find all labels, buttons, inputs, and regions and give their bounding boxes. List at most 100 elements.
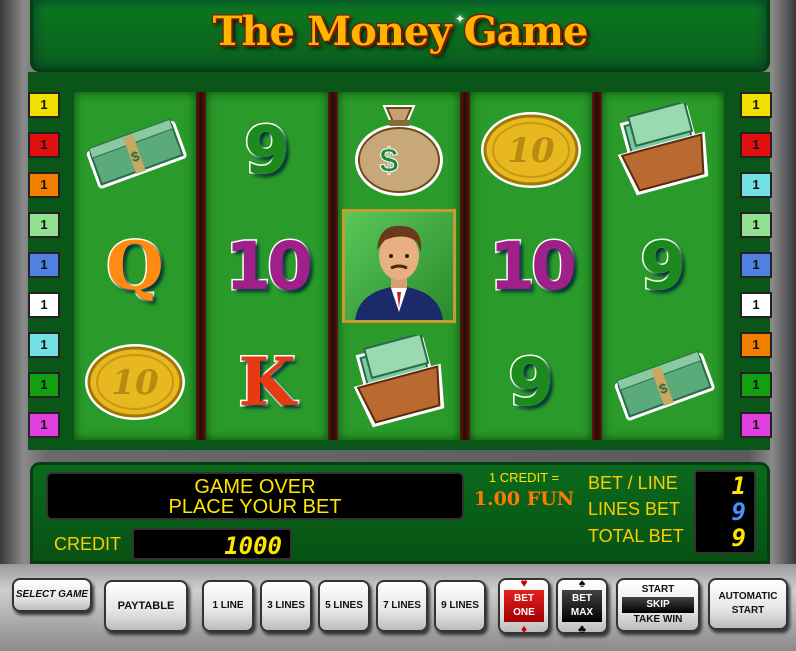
three-lines-button[interactable]: 3 LINES xyxy=(260,580,312,632)
line-badge-label: 1 xyxy=(40,377,48,392)
line-badge[interactable]: 1 xyxy=(28,172,60,198)
nine-symbol-label: 9 xyxy=(507,342,556,422)
line-badge[interactable]: 1 xyxy=(740,332,772,358)
denomination-value: 1.00 FUN xyxy=(473,488,575,510)
bet-one-face: BET ONE xyxy=(504,590,544,622)
line-badge-label: 1 xyxy=(40,177,48,192)
line-badge-label: 1 xyxy=(752,217,760,232)
wallet-icon xyxy=(602,92,724,208)
heart-icon: ♥ xyxy=(520,576,528,590)
reel-4: 10 10 9 xyxy=(470,92,592,440)
message-display: GAME OVER PLACE YOUR BET xyxy=(46,472,464,520)
reel-separator xyxy=(460,92,470,440)
nine-symbol: 9 xyxy=(470,324,592,440)
bet-line-value: 1 xyxy=(731,472,746,500)
line-badge-label: 1 xyxy=(40,257,48,272)
total-bet-label: TOTAL BET xyxy=(588,526,684,546)
message-line-2: PLACE YOUR BET xyxy=(168,496,342,518)
line-badge-label: 1 xyxy=(752,297,760,312)
lines-bet-label: LINES BET xyxy=(588,499,681,519)
diamond-icon: ♦ xyxy=(520,622,528,636)
seven-lines-label: 7 LINES xyxy=(383,600,421,611)
money-bag-icon: $ xyxy=(338,92,460,208)
select-game-label: SELECT GAME xyxy=(15,589,89,600)
cash-stack-icon: $ xyxy=(602,324,724,440)
seven-lines-button[interactable]: 7 LINES xyxy=(376,580,428,632)
nine-symbol-label: 9 xyxy=(639,226,688,306)
businessman-icon xyxy=(338,208,460,324)
reel-separator xyxy=(196,92,206,440)
reel-1: $ Q 10 xyxy=(74,92,196,440)
one-line-label: 1 LINE xyxy=(212,600,244,611)
line-badge[interactable]: 1 xyxy=(740,252,772,278)
coin-label: 10 xyxy=(507,131,555,171)
gold-coin-icon: 10 xyxy=(470,92,592,208)
bet-line-label: BET / LINE xyxy=(588,473,678,493)
line-badge[interactable]: 1 xyxy=(740,372,772,398)
gold-coin-icon: 10 xyxy=(74,324,196,440)
total-bet-value: 9 xyxy=(731,524,746,552)
line-badge[interactable]: 1 xyxy=(740,92,772,118)
credit-label: CREDIT xyxy=(54,534,121,554)
nine-lines-button[interactable]: 9 LINES xyxy=(434,580,486,632)
ten-symbol: 10 xyxy=(206,208,328,324)
line-badge[interactable]: 1 xyxy=(740,212,772,238)
line-badge-label: 1 xyxy=(752,257,760,272)
line-badge[interactable]: 1 xyxy=(28,292,60,318)
automatic-start-label: START xyxy=(731,605,765,616)
line-badge-label: 1 xyxy=(752,97,760,112)
three-lines-label: 3 LINES xyxy=(267,600,305,611)
line-badge[interactable]: 1 xyxy=(28,92,60,118)
five-lines-button[interactable]: 5 LINES xyxy=(318,580,370,632)
line-badge-label: 1 xyxy=(752,417,760,432)
bet-one-button[interactable]: ♥ BET ONE ♦ xyxy=(498,576,550,636)
reel-separator xyxy=(328,92,338,440)
line-badge-label: 1 xyxy=(40,217,48,232)
nine-symbol: 9 xyxy=(602,208,724,324)
denomination-label: 1 CREDIT = xyxy=(488,470,560,485)
reel-3: $ xyxy=(338,92,460,440)
ten-symbol: 10 xyxy=(470,208,592,324)
line-badge[interactable]: 1 xyxy=(28,212,60,238)
bet-one-label-1: BET xyxy=(514,593,534,604)
start-button[interactable]: START SKIP TAKE WIN xyxy=(616,578,700,632)
club-icon: ♣ xyxy=(578,622,586,636)
bet-max-label-2: MAX xyxy=(570,607,594,618)
paytable-button[interactable]: PAYTABLE xyxy=(104,580,188,632)
nine-lines-label: 9 LINES xyxy=(441,600,479,611)
reel-2: 9 10 K xyxy=(206,92,328,440)
bet-max-button[interactable]: ♠ BET MAX ♣ xyxy=(556,576,608,636)
one-line-button[interactable]: 1 LINE xyxy=(202,580,254,632)
line-badge[interactable]: 1 xyxy=(740,172,772,198)
bag-label: $ xyxy=(380,142,399,180)
game-header: The Money Game ✦ xyxy=(30,0,770,72)
queen-symbol-label: Q xyxy=(105,226,165,307)
spade-icon: ♠ xyxy=(578,576,586,590)
coin-label: 10 xyxy=(111,363,159,403)
select-game-button[interactable]: SELECT GAME xyxy=(12,578,92,612)
line-badge[interactable]: 1 xyxy=(28,252,60,278)
line-badge[interactable]: 1 xyxy=(28,332,60,358)
line-badge-label: 1 xyxy=(752,177,760,192)
automatic-start-button[interactable]: AUTOMATIC START xyxy=(708,578,788,630)
reel-5: 9 $ xyxy=(602,92,724,440)
line-badge[interactable]: 1 xyxy=(28,132,60,158)
line-badge-label: 1 xyxy=(40,97,48,112)
credit-value: 1000 xyxy=(224,532,282,560)
automatic-label: AUTOMATIC xyxy=(718,591,778,602)
line-badge-label: 1 xyxy=(40,297,48,312)
king-symbol: K xyxy=(206,324,328,440)
businessman-frame xyxy=(342,209,456,323)
line-badge[interactable]: 1 xyxy=(740,412,772,438)
game-title: The Money Game xyxy=(212,8,589,55)
line-badge-label: 1 xyxy=(752,377,760,392)
lines-bet-value: 9 xyxy=(731,498,746,526)
nine-symbol: 9 xyxy=(206,92,328,208)
ten-symbol-label: 10 xyxy=(224,226,315,306)
line-badge[interactable]: 1 xyxy=(740,292,772,318)
line-badge[interactable]: 1 xyxy=(28,372,60,398)
line-badge[interactable]: 1 xyxy=(28,412,60,438)
line-badge[interactable]: 1 xyxy=(740,132,772,158)
line-badge-label: 1 xyxy=(752,337,760,352)
bet-one-label-2: ONE xyxy=(513,607,535,618)
